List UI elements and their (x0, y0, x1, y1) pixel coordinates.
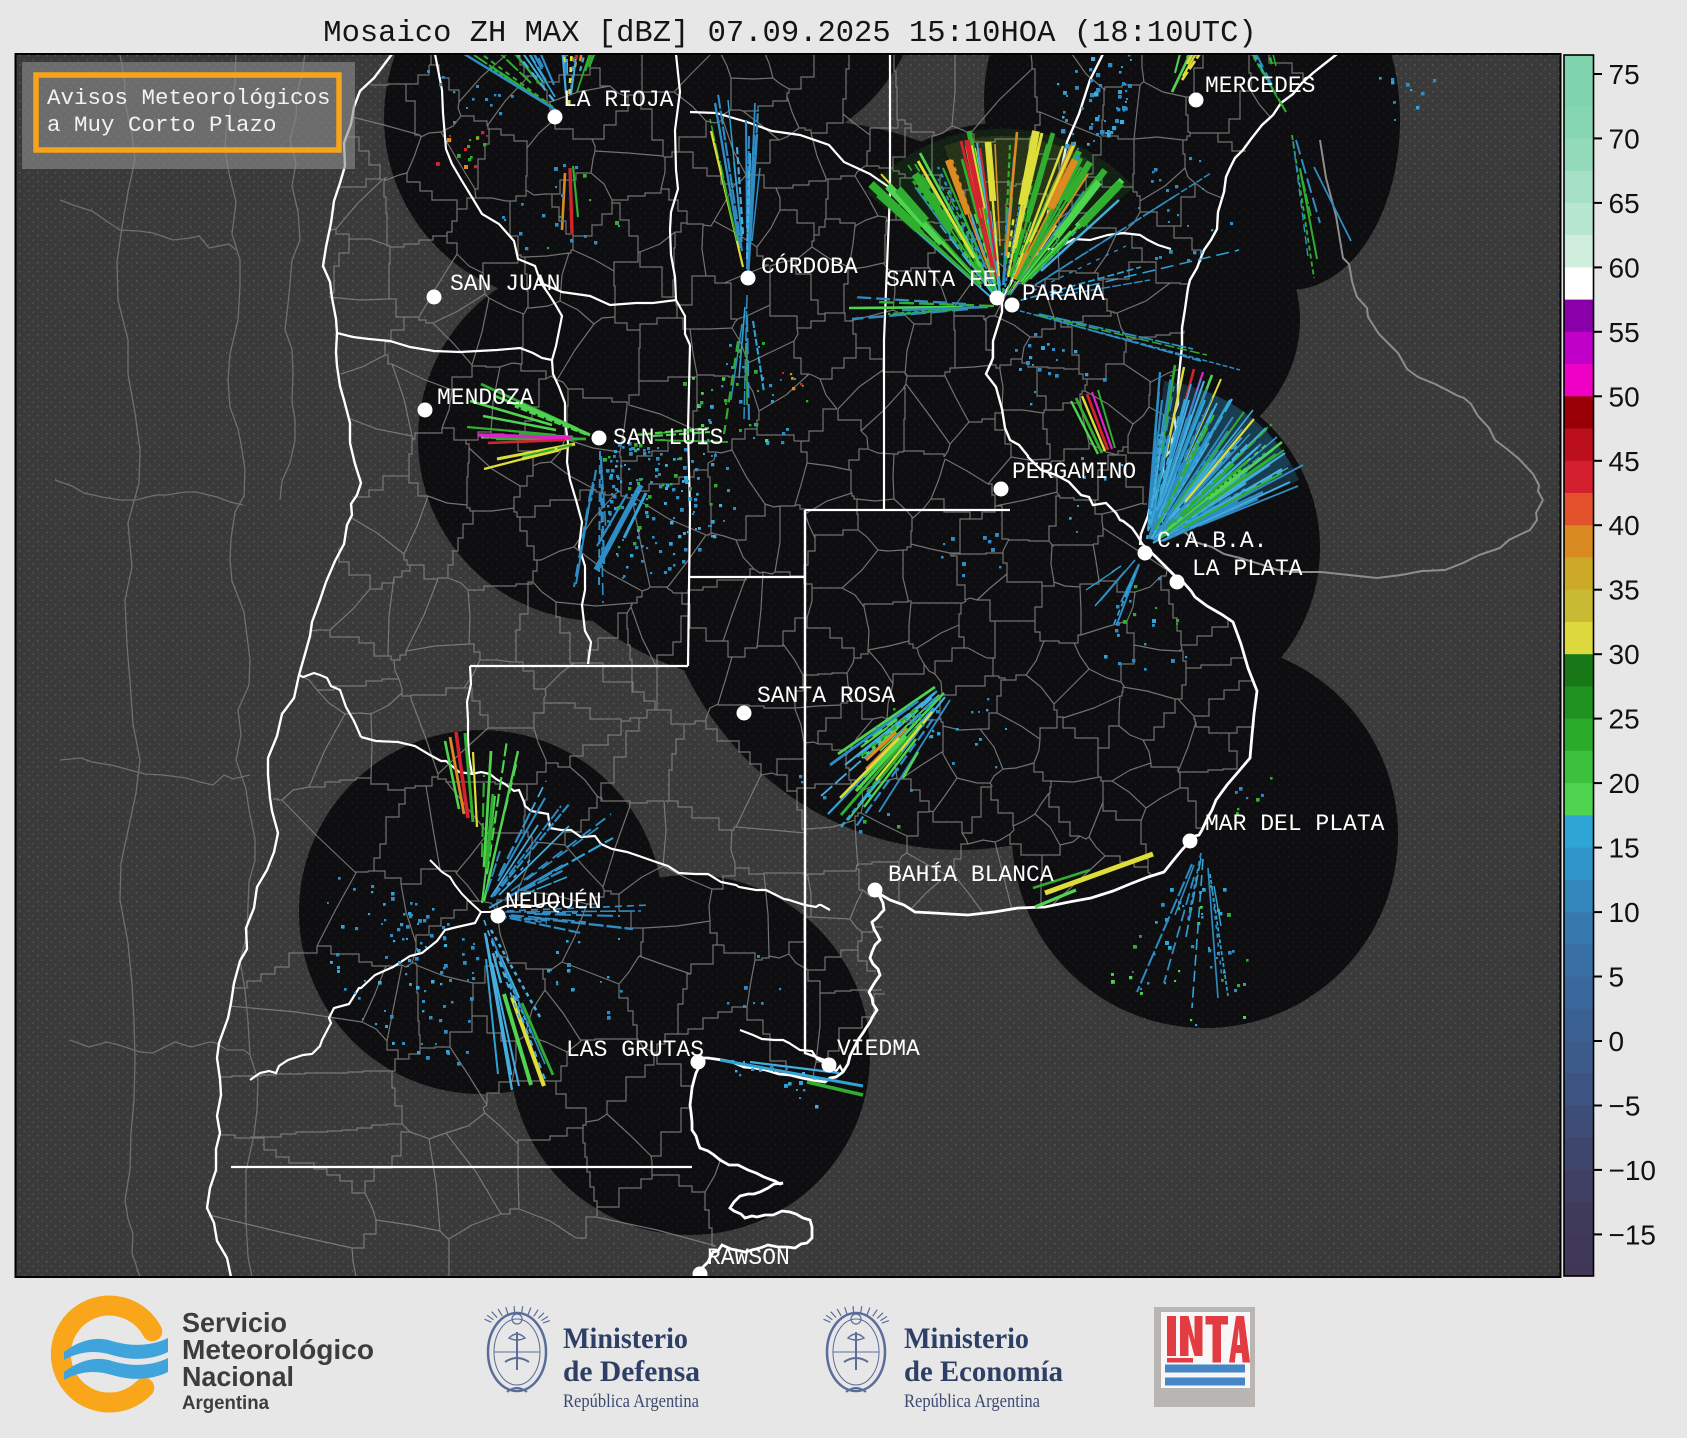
svg-text:25: 25 (1609, 704, 1640, 735)
svg-text:Mosaico ZH MAX [dBZ] 07.09.202: Mosaico ZH MAX [dBZ] 07.09.2025 15:10HOA… (323, 17, 1256, 51)
svg-text:LA RIOJA: LA RIOJA (563, 87, 674, 113)
svg-text:75: 75 (1609, 59, 1640, 90)
svg-text:Nacional: Nacional (182, 1361, 294, 1392)
svg-text:CÓRDOBA: CÓRDOBA (761, 252, 858, 280)
svg-text:PARANA: PARANA (1022, 281, 1105, 307)
svg-text:45: 45 (1609, 446, 1640, 477)
svg-text:República Argentina: República Argentina (904, 1392, 1040, 1412)
svg-text:0: 0 (1609, 1026, 1625, 1057)
svg-text:Argentina: Argentina (182, 1393, 269, 1414)
svg-text:LAS GRUTAS: LAS GRUTAS (566, 1037, 704, 1063)
svg-text:65: 65 (1609, 188, 1640, 219)
svg-text:−5: −5 (1609, 1091, 1641, 1122)
svg-text:a Muy Corto Plazo: a Muy Corto Plazo (47, 112, 277, 138)
svg-text:VIEDMA: VIEDMA (837, 1036, 920, 1062)
svg-text:60: 60 (1609, 252, 1640, 283)
svg-text:5: 5 (1609, 962, 1625, 993)
svg-text:Avisos Meteorológicos: Avisos Meteorológicos (47, 85, 331, 111)
svg-text:República Argentina: República Argentina (563, 1392, 699, 1412)
svg-text:Ministerio: Ministerio (904, 1322, 1029, 1355)
svg-text:BAHÍA BLANCA: BAHÍA BLANCA (888, 861, 1054, 888)
svg-text:de Defensa: de Defensa (563, 1355, 700, 1388)
svg-text:RAWSON: RAWSON (707, 1245, 790, 1271)
svg-text:SAN LUIS: SAN LUIS (613, 425, 723, 451)
svg-text:SAN JUAN: SAN JUAN (450, 271, 560, 297)
svg-text:−15: −15 (1609, 1219, 1657, 1250)
svg-text:SANTA ROSA: SANTA ROSA (757, 683, 895, 709)
svg-text:30: 30 (1609, 639, 1640, 670)
svg-text:LA PLATA: LA PLATA (1192, 556, 1303, 582)
svg-text:−10: −10 (1609, 1155, 1657, 1186)
svg-text:PERGAMINO: PERGAMINO (1012, 459, 1136, 485)
svg-text:50: 50 (1609, 381, 1640, 412)
svg-text:Ministerio: Ministerio (563, 1322, 688, 1355)
svg-text:15: 15 (1609, 833, 1640, 864)
svg-text:55: 55 (1609, 317, 1640, 348)
svg-text:SANTA FE: SANTA FE (886, 267, 996, 293)
svg-text:de Economía: de Economía (904, 1355, 1063, 1388)
svg-text:40: 40 (1609, 510, 1640, 541)
svg-text:MAR DEL PLATA: MAR DEL PLATA (1205, 811, 1385, 837)
svg-text:C.A.B.A.: C.A.B.A. (1157, 528, 1267, 554)
svg-text:MERCEDES: MERCEDES (1205, 73, 1315, 99)
svg-text:35: 35 (1609, 575, 1640, 606)
svg-text:70: 70 (1609, 123, 1640, 154)
svg-text:MENDOZA: MENDOZA (437, 385, 534, 411)
svg-text:20: 20 (1609, 768, 1640, 799)
svg-text:NEUQUÉN: NEUQUÉN (505, 888, 602, 915)
svg-text:10: 10 (1609, 897, 1640, 928)
